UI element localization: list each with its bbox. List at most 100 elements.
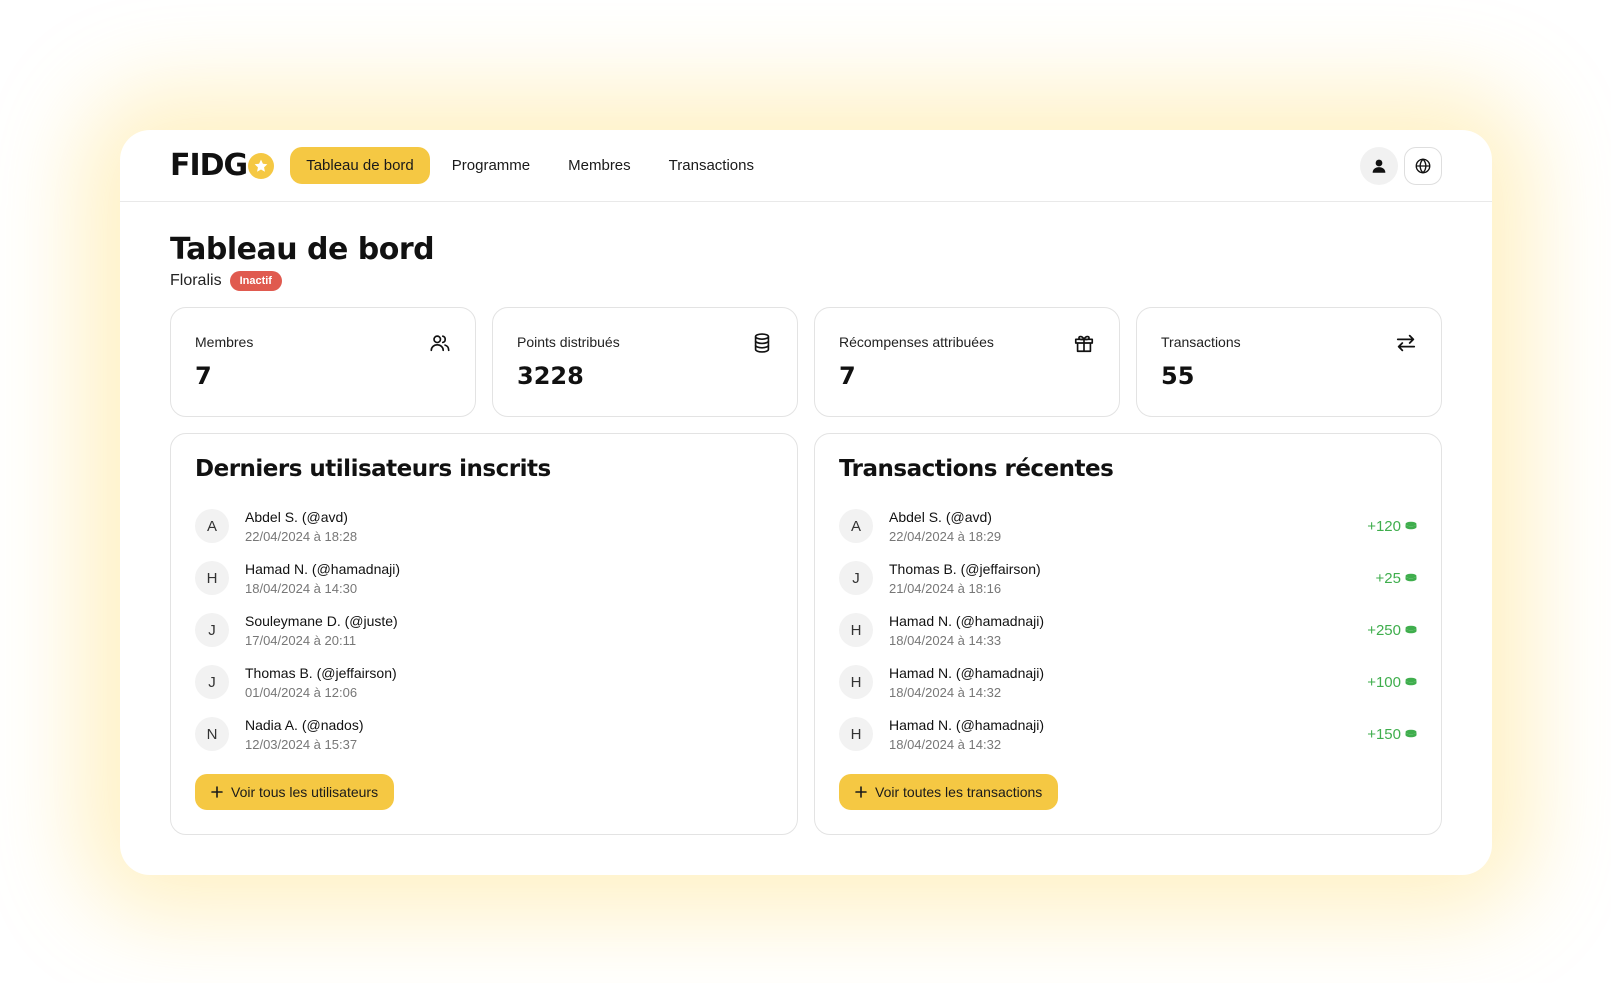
gift-icon: [1074, 335, 1094, 353]
avatar: H: [839, 717, 873, 751]
recent-transactions-panel: Transactions récentes A Abdel S. (@avd) 2…: [814, 433, 1442, 835]
view-all-transactions-button[interactable]: Voir toutes les transactions: [839, 774, 1059, 810]
stat-value: 7: [839, 362, 856, 390]
panel-title: Transactions récentes: [839, 456, 1114, 482]
user-name: Souleymane D. (@juste): [245, 612, 398, 629]
stat-card-members: Membres 7: [170, 307, 476, 417]
transaction-date: 18/04/2024 à 14:33: [889, 632, 1002, 648]
avatar: H: [195, 561, 229, 595]
user-name: Hamad N. (@hamadnaji): [889, 664, 1045, 681]
header-actions: [1360, 146, 1442, 185]
plus-icon: [855, 786, 867, 798]
signup-date: 22/04/2024 à 18:28: [245, 528, 358, 544]
coins-icon: [1405, 677, 1417, 686]
coins-icon: [1405, 625, 1417, 634]
list-item[interactable]: A Abdel S. (@avd) 22/04/2024 à 18:28: [195, 500, 773, 552]
users-icon: [430, 335, 450, 352]
button-label: Voir tous les utilisateurs: [231, 784, 379, 800]
status-badge: Inactif: [229, 271, 282, 291]
user-name: Thomas B. (@jeffairson): [245, 664, 397, 681]
user-name: Abdel S. (@avd): [245, 508, 348, 525]
avatar: J: [195, 665, 229, 699]
nav-item-dashboard[interactable]: Tableau de bord: [290, 147, 430, 184]
user-name: Hamad N. (@hamadnaji): [889, 716, 1045, 733]
stat-card-rewards: Récompenses attribuées 7: [814, 307, 1120, 417]
users-list: A Abdel S. (@avd) 22/04/2024 à 18:28 H Ha…: [195, 500, 773, 760]
view-all-users-button[interactable]: Voir tous les utilisateurs: [195, 774, 395, 810]
stat-label: Récompenses attribuées: [839, 334, 994, 350]
star-coin-icon: [248, 152, 275, 179]
org-name: Floralis: [170, 272, 222, 289]
main-content: Tableau de bord Floralis Inactif Membres…: [120, 202, 1492, 835]
database-icon: [754, 333, 770, 353]
plus-icon: [211, 786, 223, 798]
transactions-list: A Abdel S. (@avd) 22/04/2024 à 18:29 +120…: [839, 500, 1417, 760]
coins-icon: [1405, 573, 1417, 582]
nav-item-transactions[interactable]: Transactions: [653, 147, 770, 184]
stat-card-transactions: Transactions 55: [1136, 307, 1442, 417]
user-icon: [1372, 159, 1386, 173]
list-item[interactable]: H Hamad N. (@hamadnaji) 18/04/2024 à 14:3…: [839, 656, 1417, 708]
stat-label: Transactions: [1161, 334, 1241, 350]
avatar: H: [839, 665, 873, 699]
transaction-date: 22/04/2024 à 18:29: [889, 528, 1002, 544]
user-name: Abdel S. (@avd): [889, 508, 992, 525]
transaction-date: 18/04/2024 à 14:32: [889, 736, 1002, 752]
stat-label: Points distribués: [517, 334, 620, 350]
main-nav: Tableau de bord Programme Membres Transa…: [290, 147, 770, 184]
list-item[interactable]: H Hamad N. (@hamadnaji) 18/04/2024 à 14:3…: [839, 708, 1417, 760]
avatar: J: [839, 561, 873, 595]
nav-item-programme[interactable]: Programme: [436, 147, 546, 184]
language-button[interactable]: [1404, 146, 1442, 185]
logo-text: FIDG: [170, 148, 248, 183]
avatar: A: [195, 509, 229, 543]
page-title: Tableau de bord: [170, 232, 435, 267]
app-window: FIDG Tableau de bord Programme Membres T…: [120, 130, 1492, 875]
avatar: H: [839, 613, 873, 647]
points-value: +100: [1367, 673, 1401, 691]
transaction-date: 21/04/2024 à 18:16: [889, 580, 1002, 596]
panels-row: Derniers utilisateurs inscrits A Abdel S…: [170, 433, 1442, 835]
points-amount: +100: [1367, 674, 1417, 691]
button-label: Voir toutes les transactions: [875, 784, 1043, 800]
top-header: FIDG Tableau de bord Programme Membres T…: [120, 130, 1492, 202]
org-row: Floralis Inactif: [170, 271, 1442, 291]
list-item[interactable]: J Thomas B. (@jeffairson) 01/04/2024 à 12…: [195, 656, 773, 708]
list-item[interactable]: H Hamad N. (@hamadnaji) 18/04/2024 à 14:3…: [195, 552, 773, 604]
list-item[interactable]: A Abdel S. (@avd) 22/04/2024 à 18:29 +120: [839, 500, 1417, 552]
nav-item-members[interactable]: Membres: [552, 147, 647, 184]
points-value: +120: [1367, 517, 1401, 535]
user-name: Hamad N. (@hamadnaji): [889, 612, 1045, 629]
points-value: +150: [1367, 725, 1401, 743]
transaction-date: 18/04/2024 à 14:32: [889, 684, 1002, 700]
points-value: +250: [1367, 621, 1401, 639]
coins-icon: [1405, 729, 1417, 738]
points-amount: +25: [1376, 570, 1417, 587]
globe-icon: [1415, 157, 1431, 174]
signup-date: 18/04/2024 à 14:30: [245, 580, 358, 596]
arrows-exchange-icon: [1396, 334, 1416, 352]
stat-value: 55: [1161, 362, 1195, 390]
signup-date: 01/04/2024 à 12:06: [245, 684, 358, 700]
points-amount: +250: [1367, 622, 1417, 639]
list-item[interactable]: J Souleymane D. (@juste) 17/04/2024 à 20:…: [195, 604, 773, 656]
stats-row: Membres 7 Points distribués 3228 Récompe…: [170, 307, 1442, 417]
user-name: Hamad N. (@hamadnaji): [245, 560, 401, 577]
list-item[interactable]: N Nadia A. (@nados) 12/03/2024 à 15:37: [195, 708, 773, 760]
list-item[interactable]: H Hamad N. (@hamadnaji) 18/04/2024 à 14:3…: [839, 604, 1417, 656]
fidgo-logo[interactable]: FIDG: [170, 148, 275, 183]
stat-label: Membres: [195, 334, 254, 350]
user-name: Thomas B. (@jeffairson): [889, 560, 1041, 577]
recent-users-panel: Derniers utilisateurs inscrits A Abdel S…: [170, 433, 798, 835]
user-name: Nadia A. (@nados): [245, 716, 364, 733]
stat-card-points: Points distribués 3228: [492, 307, 798, 417]
account-button[interactable]: [1360, 146, 1398, 185]
panel-title: Derniers utilisateurs inscrits: [195, 456, 551, 482]
signup-date: 12/03/2024 à 15:37: [245, 736, 358, 752]
avatar: N: [195, 717, 229, 751]
signup-date: 17/04/2024 à 20:11: [245, 632, 357, 648]
list-item[interactable]: J Thomas B. (@jeffairson) 21/04/2024 à 18…: [839, 552, 1417, 604]
points-amount: +150: [1367, 726, 1417, 743]
stat-value: 7: [195, 362, 212, 390]
stat-value: 3228: [517, 362, 584, 390]
